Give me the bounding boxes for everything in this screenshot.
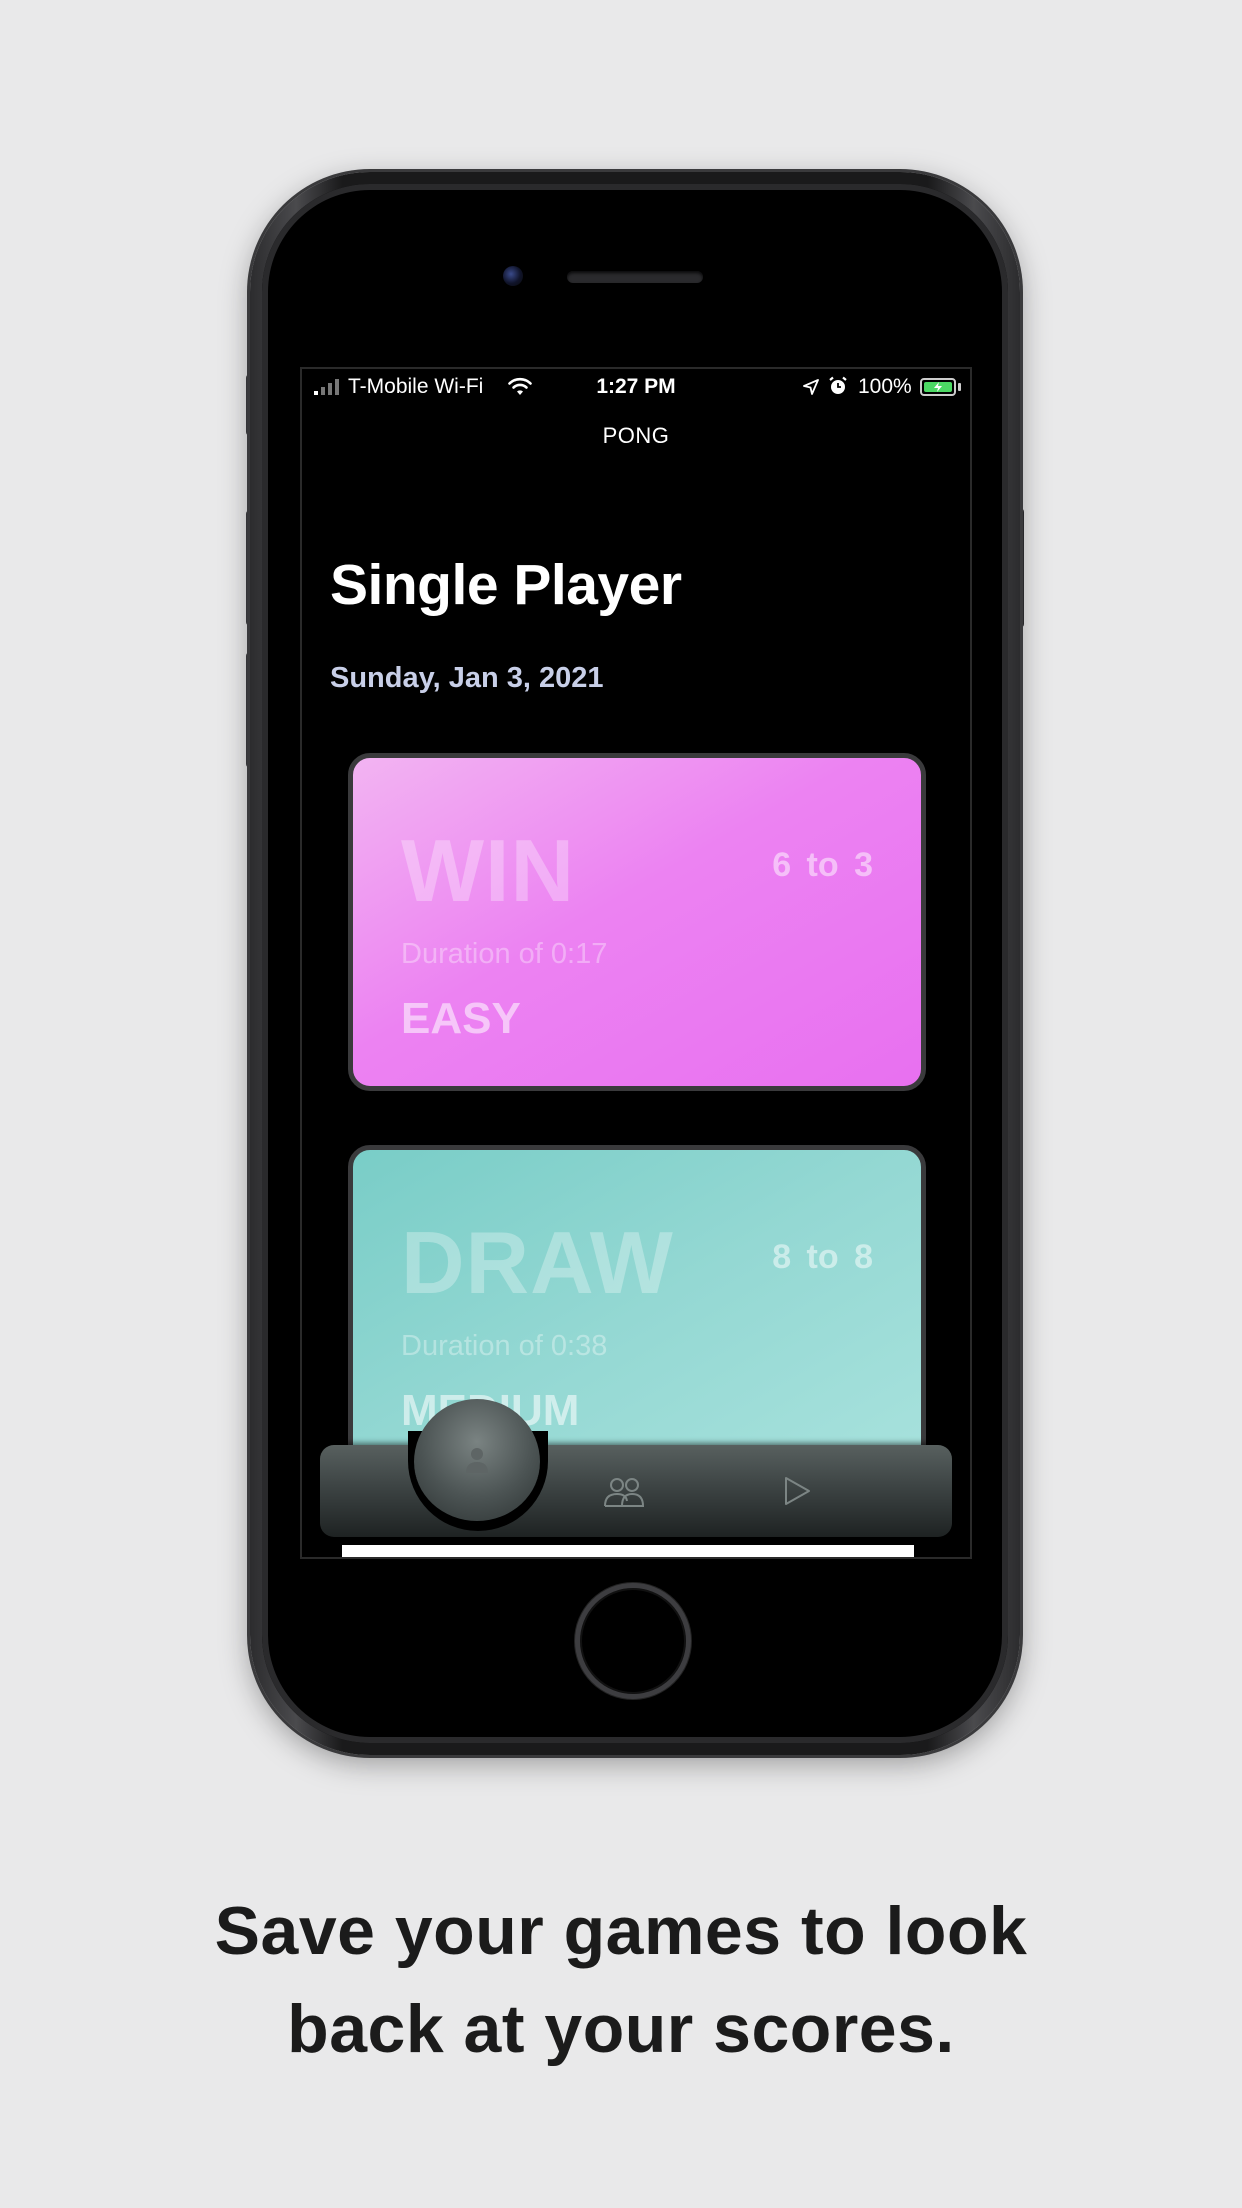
game-result: WIN <box>401 821 576 920</box>
tab-single-player[interactable] <box>414 1399 540 1525</box>
battery-icon <box>920 378 956 396</box>
front-camera <box>503 266 523 286</box>
game-duration: Duration of 0:17 <box>401 938 608 970</box>
earpiece-speaker <box>567 271 703 283</box>
battery-percentage: 100% <box>858 375 912 398</box>
caption-line-2: back at your scores. <box>287 1991 955 2067</box>
game-difficulty: EASY <box>401 994 521 1043</box>
game-score: 6 to 3 <box>772 846 873 884</box>
charging-bolt-icon <box>934 382 942 392</box>
game-result: DRAW <box>401 1213 674 1312</box>
page-title: Single Player <box>330 553 682 617</box>
page-date: Sunday, Jan 3, 2021 <box>330 662 604 694</box>
game-card-win[interactable]: WIN 6 to 3 Duration of 0:17 EASY <box>348 753 926 1091</box>
game-score: 8 to 8 <box>772 1238 873 1276</box>
battery-nub <box>958 383 961 391</box>
nav-title: PONG <box>602 423 670 448</box>
home-indicator-bar <box>342 1545 914 1557</box>
phone-screen: T-Mobile Wi-Fi 1:27 PM 100% PONG Single … <box>300 367 972 1559</box>
play-icon[interactable] <box>782 1475 812 1507</box>
location-arrow-icon <box>803 379 819 395</box>
status-bar: T-Mobile Wi-Fi 1:27 PM 100% <box>302 369 970 405</box>
people-icon[interactable] <box>602 1475 646 1509</box>
caption-line-1: Save your games to look <box>214 1893 1028 1969</box>
game-duration: Duration of 0:38 <box>401 1330 608 1362</box>
alarm-clock-icon <box>829 376 847 394</box>
marketing-caption: Save your games to look back at your sco… <box>0 1882 1242 2078</box>
person-icon <box>466 1448 488 1473</box>
home-button[interactable] <box>575 1583 691 1699</box>
